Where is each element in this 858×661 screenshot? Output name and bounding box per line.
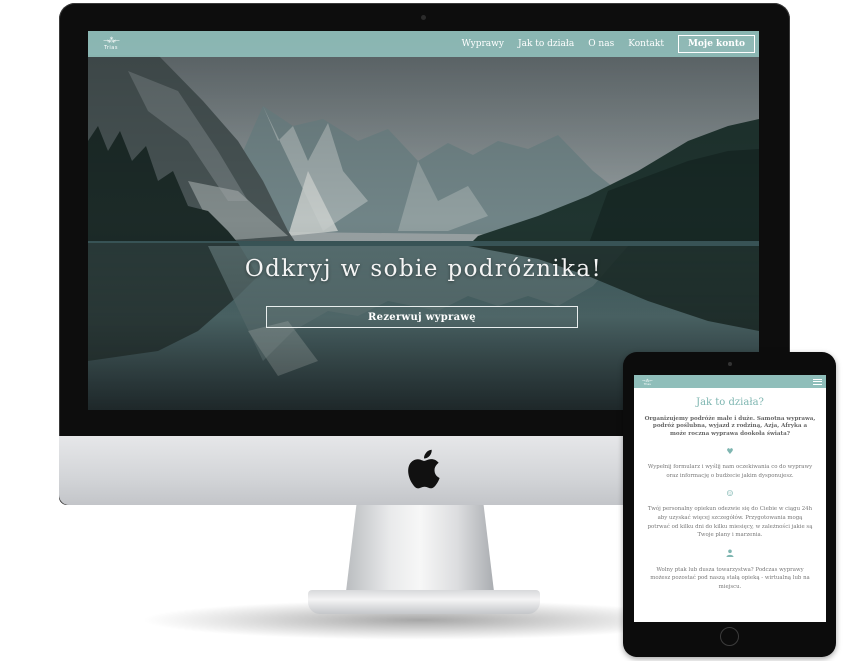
how-it-works-intro: Organizujemy podróże małe i duże. Samotn… [638, 416, 822, 438]
nav-link-jak-to-dziala[interactable]: Jak to działa [518, 39, 574, 49]
step-personal-guide: Twój personalny opiekun odezwie się do C… [634, 505, 826, 539]
tablet-home-button [720, 627, 739, 646]
how-it-works-heading: Jak to działa? [696, 397, 764, 408]
step-line: Twój personalny opiekun odezwie się do C… [647, 506, 813, 513]
apple-logo-icon [408, 449, 440, 489]
step-line: możesz pozostać pod naszą stałą opieką -… [650, 575, 810, 582]
tablet-camera [728, 362, 732, 366]
brand-logo[interactable]: →⁂← Trias [96, 36, 126, 51]
desktop-navbar: →⁂← Trias Wyprawy Jak to działa O nas Ko… [88, 31, 759, 57]
intro-line: podróż poślubna, wyjazd z rodziną, Azja,… [652, 423, 808, 430]
imac-foot [308, 590, 540, 614]
step-line: Wolny ptak lub dusza towarzystwa? Podcza… [656, 566, 804, 573]
step-travel-support: Wolny ptak lub dusza towarzystwa? Podcza… [634, 566, 826, 592]
step-line: oraz informację o budżecie jakim dysponu… [666, 472, 794, 479]
tablet-brand-logo[interactable]: →⁂← Trias [642, 378, 653, 386]
step-line: potrwać od kilku dni do kilku miesięcy, … [647, 523, 813, 530]
intro-line: może roczna wyprawa dookoła świata? [669, 430, 791, 437]
nav-links: Wyprawy Jak to działa O nas Kontakt Moje… [462, 35, 755, 53]
tablet-logo-text: Trias [643, 381, 651, 386]
user-icon-shape [726, 549, 734, 557]
hero-title: Odkryj w sobie podróżnika! [244, 256, 603, 282]
step-line: aby uzyskać więcej szczegółów. Przygotow… [657, 515, 803, 521]
imac-camera [421, 15, 426, 20]
nav-link-o-nas[interactable]: O nas [588, 39, 614, 49]
step-line: Twoje plany i marzenia. [697, 532, 763, 539]
smiley-icon: ☺ [726, 489, 734, 499]
my-account-button[interactable]: Moje konto [677, 35, 755, 53]
step-line: miejscu. [718, 583, 742, 590]
nav-link-kontakt[interactable]: Kontakt [628, 39, 664, 49]
logo-text: Trias [104, 44, 118, 51]
hamburger-icon[interactable] [813, 378, 822, 385]
tablet-navbar: →⁂← Trias [634, 375, 826, 388]
heart-icon: ♥ [726, 447, 734, 457]
imac-stand [345, 500, 495, 600]
book-trip-button[interactable]: Rezerwuj wyprawę [266, 306, 578, 328]
user-icon [634, 549, 826, 559]
step-fill-form: Wypełnij formularz i wyślij nam oczekiwa… [634, 463, 826, 480]
nav-link-wyprawy[interactable]: Wyprawy [462, 39, 504, 49]
tablet-screen: →⁂← Trias Jak to działa? Organizujemy po… [634, 375, 826, 622]
step-line: Wypełnij formularz i wyślij nam oczekiwa… [647, 464, 813, 471]
logo-mark: →⁂← [103, 36, 120, 45]
